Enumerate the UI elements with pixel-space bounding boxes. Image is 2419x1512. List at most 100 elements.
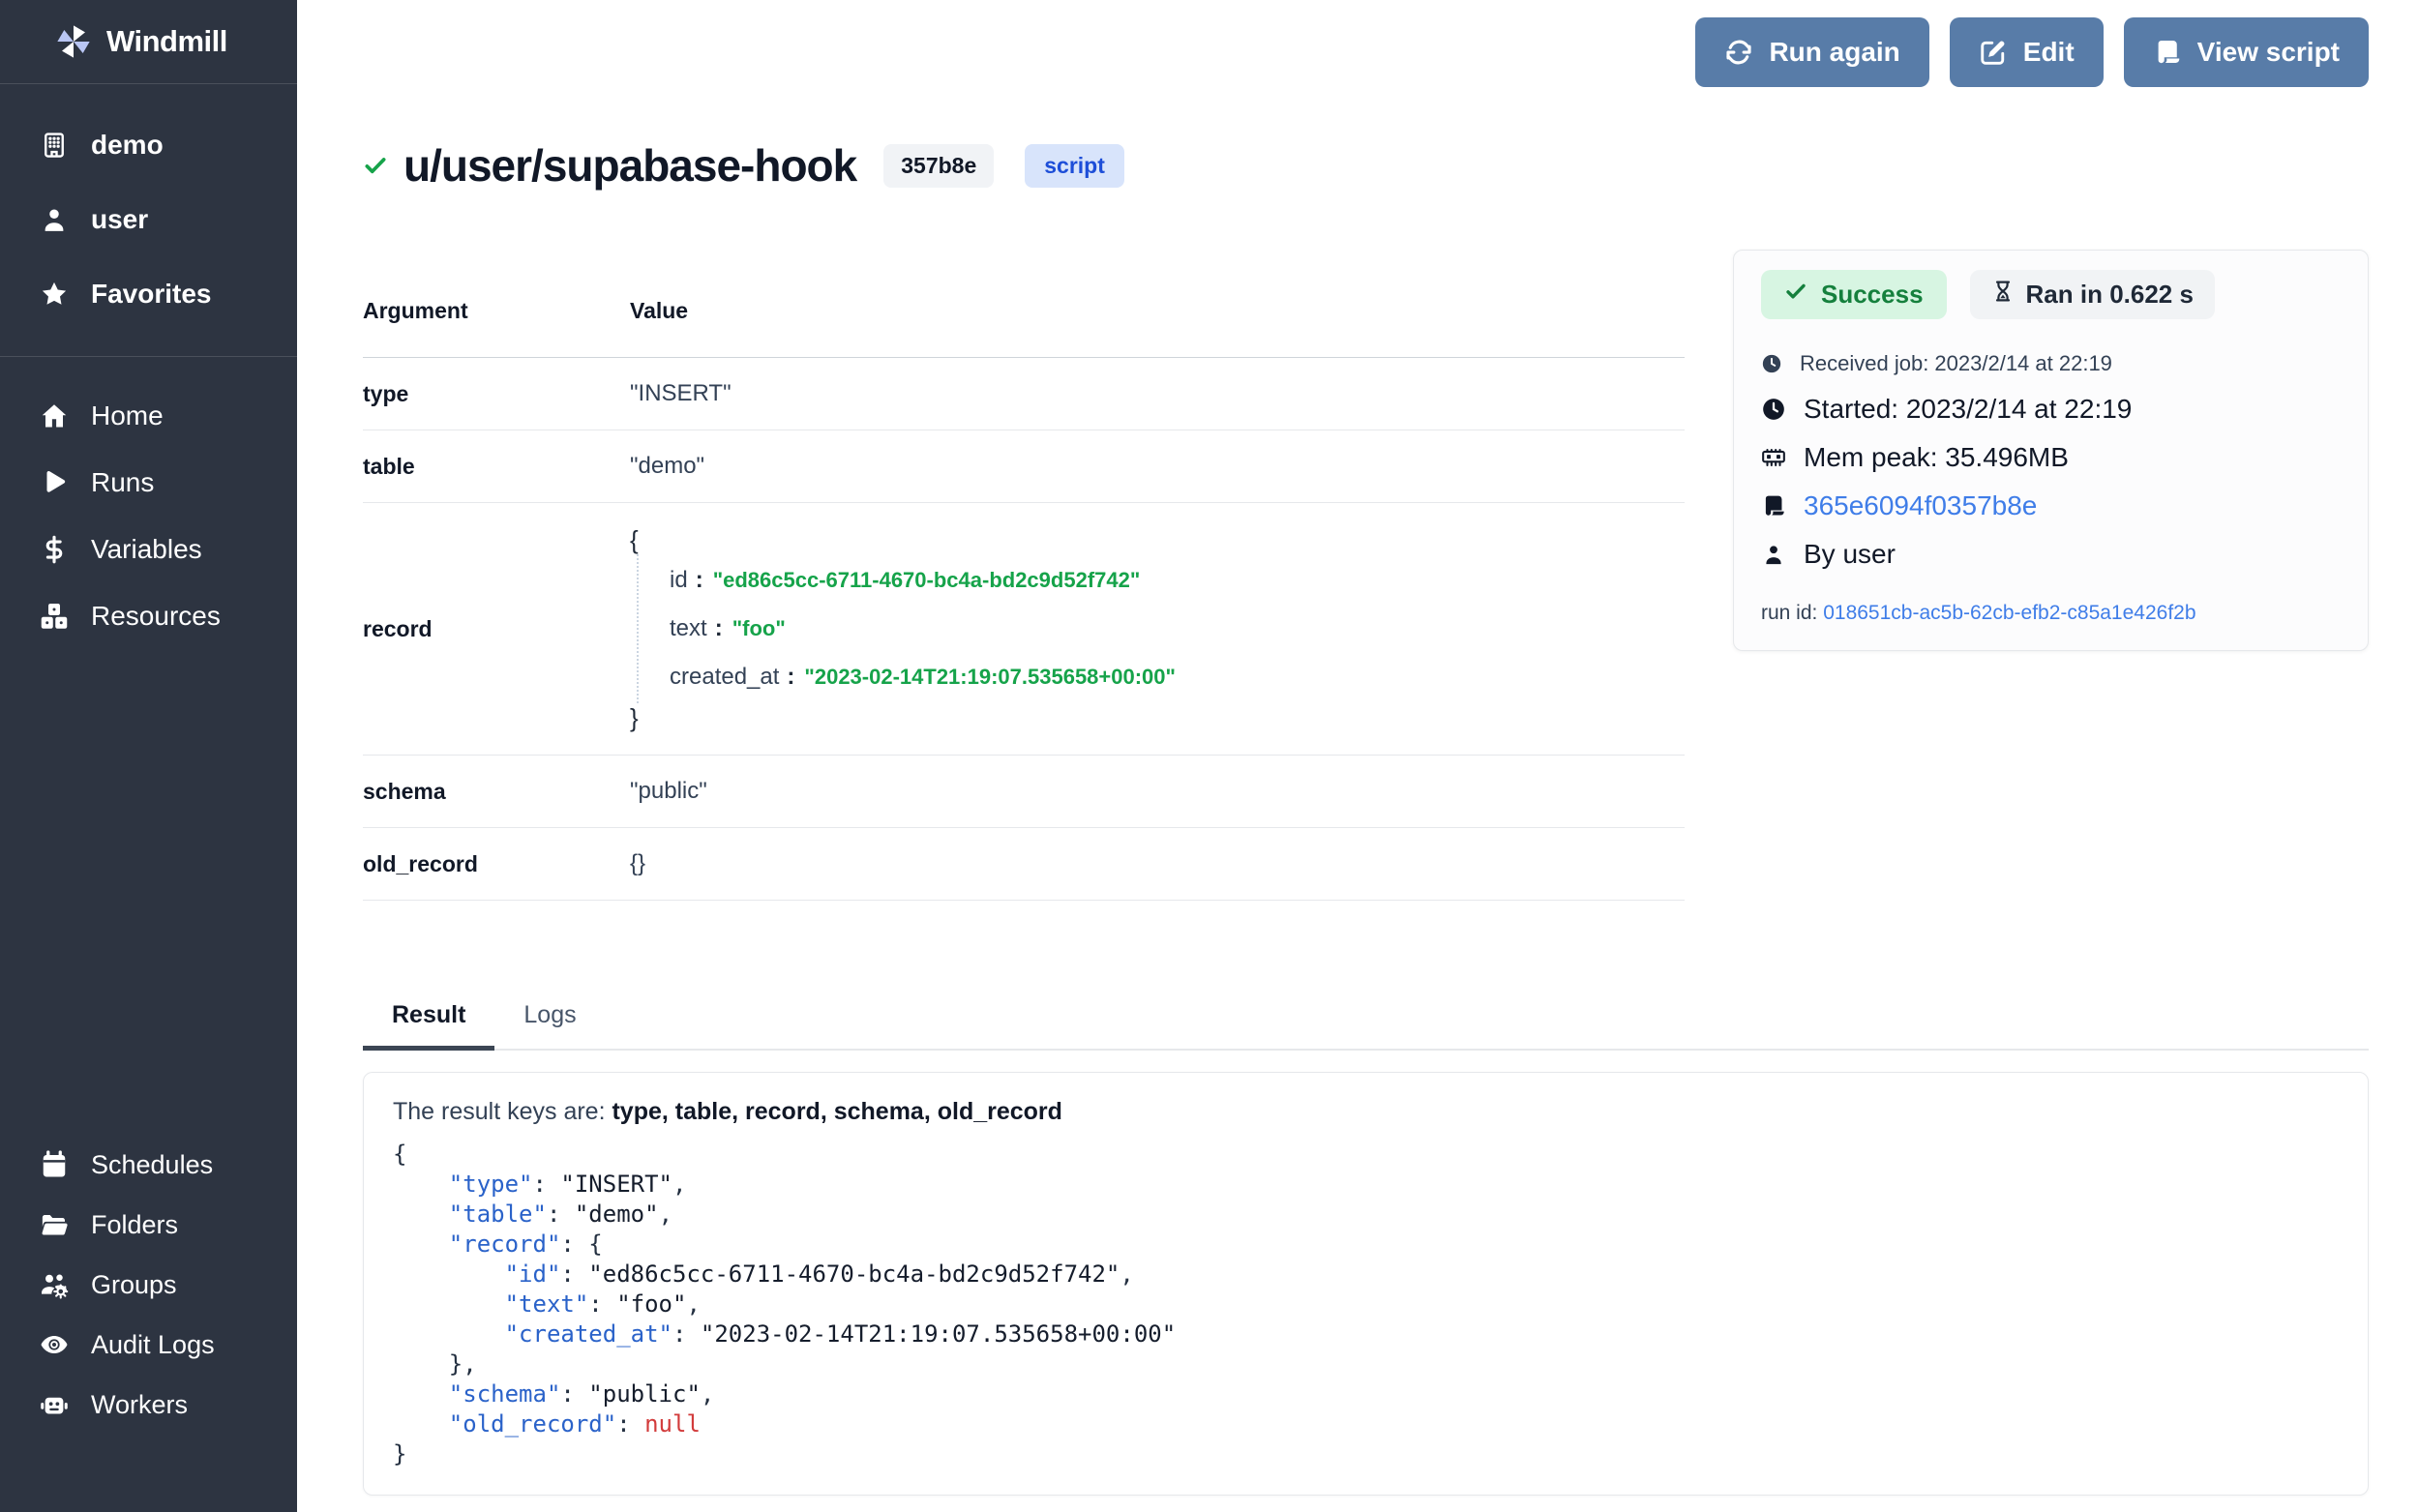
run-id-row: run id: 018651cb-ac5b-62cb-efb2-c85a1e42…	[1761, 602, 2341, 625]
received-job-row: Received job: 2023/2/14 at 22:19	[1761, 342, 2341, 385]
sidebar-item-label: demo	[91, 130, 164, 161]
folder-icon	[39, 1209, 70, 1240]
sidebar-item-label: Audit Logs	[91, 1330, 215, 1360]
by-user-row: By user	[1761, 530, 2341, 578]
sidebar-workspace-group: demo user Favorites	[0, 84, 297, 356]
mem-peak-row: Mem peak: 35.496MB	[1761, 433, 2341, 482]
column-header-argument: Argument	[363, 298, 630, 324]
result-box: The result keys are: type, table, record…	[363, 1072, 2369, 1496]
run-info-rows: Received job: 2023/2/14 at 22:19 Started…	[1761, 342, 2341, 578]
sidebar-item-audit-logs[interactable]: Audit Logs	[0, 1315, 297, 1375]
code-line: {	[393, 1140, 2339, 1170]
sidebar-item-label: Favorites	[91, 279, 212, 310]
sidebar-item-label: Resources	[91, 601, 221, 632]
code-line: "id": "ed86c5cc-6711-4670-bc4a-bd2c9d52f…	[393, 1260, 2339, 1290]
eye-icon	[39, 1329, 70, 1360]
dollar-icon	[39, 534, 70, 565]
tab-result[interactable]: Result	[363, 1001, 494, 1049]
sidebar-item-label: user	[91, 204, 148, 235]
sidebar-item-schedules[interactable]: Schedules	[0, 1135, 297, 1195]
run-id-link[interactable]: 018651cb-ac5b-62cb-efb2-c85a1e426f2b	[1823, 602, 2195, 624]
sidebar-item-label: Runs	[91, 467, 154, 498]
scroll-icon	[2153, 38, 2182, 67]
success-check-icon	[363, 153, 388, 178]
code-line: "table": "demo",	[393, 1200, 2339, 1230]
clock-icon	[1761, 397, 1786, 422]
home-icon	[39, 400, 70, 431]
record-object-viewer: {id:"ed86c5cc-6711-4670-bc4a-bd2c9d52f74…	[630, 525, 1176, 732]
code-line: "schema": "public",	[393, 1379, 2339, 1409]
record-entry-id: id:"ed86c5cc-6711-4670-bc4a-bd2c9d52f742…	[670, 566, 1176, 595]
content-row: Argument Value type"INSERT" table"demo" re…	[363, 250, 2369, 901]
button-label: Run again	[1769, 37, 1899, 68]
sidebar-item-resources[interactable]: Resources	[0, 582, 297, 649]
edit-button[interactable]: Edit	[1950, 17, 2104, 87]
arg-value: "INSERT"	[630, 380, 732, 407]
code-line: "text": "foo",	[393, 1290, 2339, 1319]
mem-peak-text: Mem peak: 35.496MB	[1804, 442, 2069, 473]
by-user-text: By user	[1804, 539, 1896, 570]
view-script-button[interactable]: View script	[2124, 17, 2369, 87]
sidebar-item-variables[interactable]: Variables	[0, 516, 297, 582]
sidebar-item-label: Workers	[91, 1390, 188, 1420]
run-id-label: run id:	[1761, 602, 1817, 624]
script-hash-link[interactable]: 365e6094f0357b8e	[1804, 490, 2037, 521]
run-again-button[interactable]: Run again	[1695, 17, 1928, 87]
sidebar-item-folders[interactable]: Folders	[0, 1195, 297, 1255]
arg-name: record	[363, 616, 630, 642]
title-row: u/user/supabase-hook 357b8e script	[363, 139, 2369, 192]
record-entry-created-at: created_at:"2023-02-14T21:19:07.535658+0…	[670, 663, 1176, 692]
button-label: View script	[2197, 37, 2340, 68]
version-hash-badge: 357b8e	[883, 144, 994, 188]
result-keys-prefix: The result keys are:	[393, 1098, 612, 1125]
sidebar-item-favorites[interactable]: Favorites	[0, 256, 297, 331]
received-job-text: Received job: 2023/2/14 at 22:19	[1800, 351, 2112, 376]
arg-row-table: table"demo"	[363, 430, 1685, 503]
code-line: },	[393, 1349, 2339, 1379]
sidebar-item-demo[interactable]: demo	[0, 107, 297, 182]
arg-row-schema: schema"public"	[363, 756, 1685, 828]
arg-row-old-record: old_record{}	[363, 828, 1685, 901]
arg-name: table	[363, 454, 630, 480]
groups-icon	[39, 1269, 70, 1300]
run-details-panel: Success Ran in 0.622 s Received job: 202…	[1733, 250, 2369, 651]
column-header-value: Value	[630, 298, 688, 324]
check-icon	[1784, 280, 1807, 310]
sidebar-item-label: Groups	[91, 1270, 177, 1300]
arg-value: {}	[630, 850, 645, 877]
sidebar-item-user[interactable]: user	[0, 182, 297, 256]
arguments-table-header: Argument Value	[363, 298, 1685, 358]
arg-name: type	[363, 381, 630, 407]
sidebar-item-workers[interactable]: Workers	[0, 1375, 297, 1435]
scroll-icon	[1761, 493, 1786, 519]
sidebar-item-home[interactable]: Home	[0, 382, 297, 449]
toolbar: Run again Edit View script	[363, 17, 2369, 87]
tab-logs[interactable]: Logs	[494, 1001, 605, 1049]
script-hash-row: 365e6094f0357b8e	[1761, 482, 2341, 530]
sidebar-item-groups[interactable]: Groups	[0, 1255, 297, 1315]
sidebar-item-runs[interactable]: Runs	[0, 449, 297, 516]
windmill-logo[interactable]: Windmill	[0, 0, 297, 83]
code-line: "record": {	[393, 1230, 2339, 1260]
arg-name: schema	[363, 779, 630, 805]
duration-label: Ran in 0.622 s	[2026, 280, 2194, 310]
edit-icon	[1979, 38, 2008, 67]
play-icon	[39, 467, 70, 498]
code-line: "old_record": null	[393, 1409, 2339, 1439]
arg-value: "public"	[630, 778, 707, 805]
kind-badge: script	[1025, 144, 1124, 188]
clock-icon	[1761, 353, 1782, 374]
button-label: Edit	[2023, 37, 2075, 68]
result-keys-line: The result keys are: type, table, record…	[393, 1098, 2339, 1126]
record-entry-text: text:"foo"	[670, 614, 1176, 643]
arg-name: old_record	[363, 851, 630, 877]
arg-value: "demo"	[630, 453, 704, 480]
code-line: }	[393, 1439, 2339, 1469]
sidebar-item-label: Variables	[91, 534, 202, 565]
arguments-rows: type"INSERT" table"demo" record{id:"ed86c5…	[363, 358, 1685, 901]
sidebar: Windmill demo user Favorites Home Runs Varia…	[0, 0, 297, 1512]
result-keys-list: type, table, record, schema, old_record	[612, 1098, 1061, 1125]
started-text: Started: 2023/2/14 at 22:19	[1804, 394, 2132, 425]
app-root: Windmill demo user Favorites Home Runs Varia…	[0, 0, 2419, 1512]
calendar-icon	[39, 1149, 70, 1180]
